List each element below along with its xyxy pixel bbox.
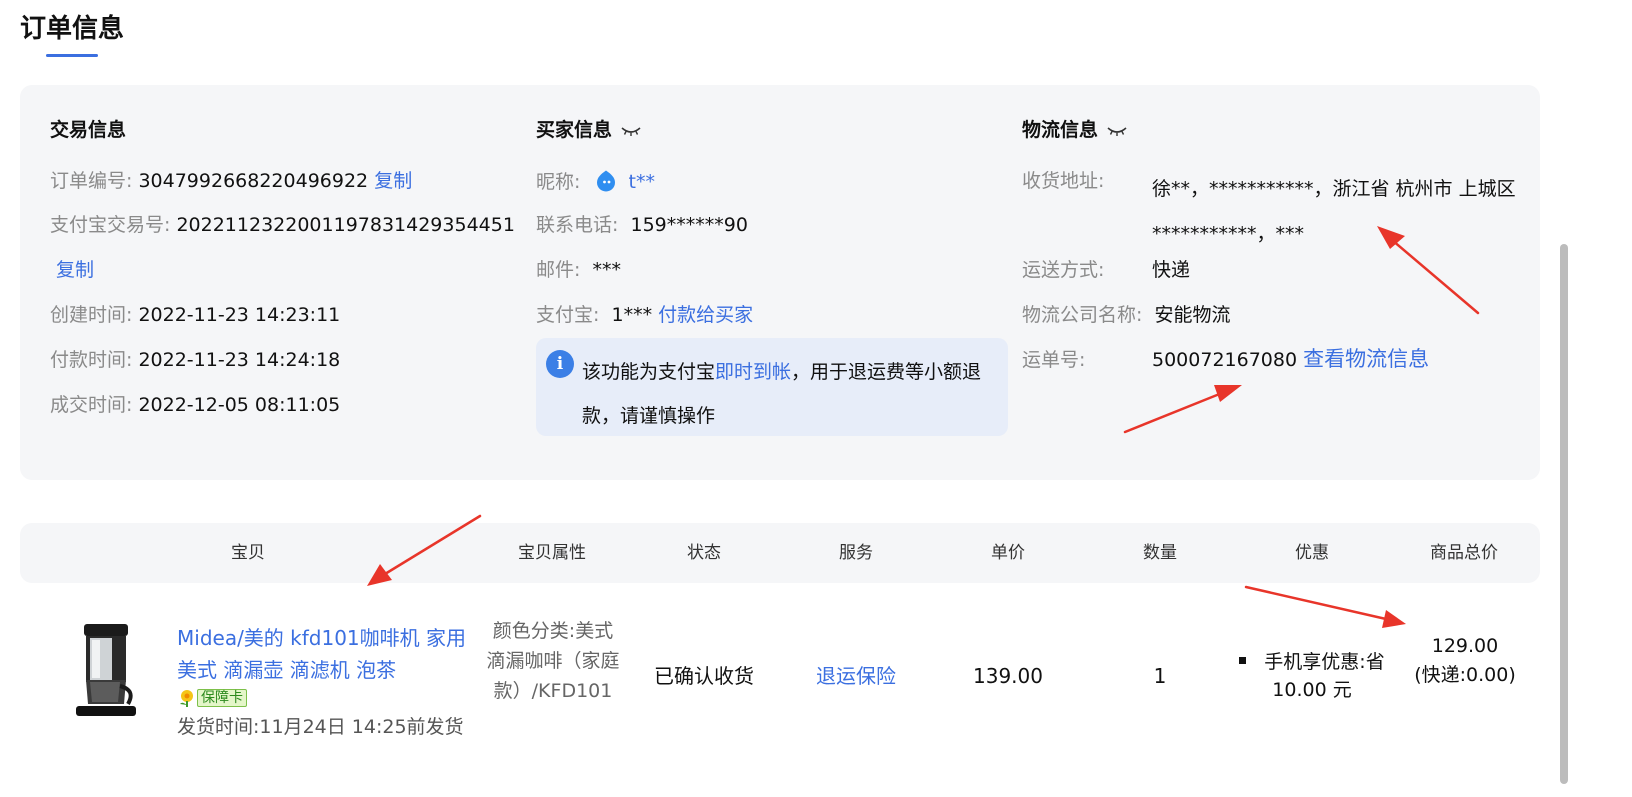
header-attributes: 宝贝属性 bbox=[518, 543, 586, 563]
eye-closed-icon[interactable] bbox=[620, 125, 642, 137]
header-discount: 优惠 bbox=[1295, 543, 1329, 563]
logistics-company-value: 安能物流 bbox=[1154, 304, 1231, 326]
alipay-trade-value: 2022112322001197831429354451 bbox=[176, 214, 515, 236]
shipping-method-row: 运送方式: bbox=[1022, 258, 1104, 282]
order-status: 已确认收货 bbox=[654, 664, 754, 688]
phone-row: 联系电话: 159******90 bbox=[536, 213, 748, 237]
copy-alipay-trade-button[interactable]: 复制 bbox=[56, 259, 94, 281]
shipping-method-value: 快递 bbox=[1152, 259, 1191, 281]
nickname-value[interactable]: t** bbox=[629, 171, 655, 193]
title-underline bbox=[46, 54, 98, 57]
trade-info-title: 交易信息 bbox=[50, 119, 127, 141]
created-time-value: 2022-11-23 14:23:11 bbox=[138, 304, 341, 326]
shipping-method-value-row: 快递 bbox=[1152, 258, 1190, 282]
discount-text: 手机享优惠:省 10.00 元 bbox=[1264, 651, 1385, 701]
email-label: 邮件: bbox=[536, 259, 581, 281]
table-row: Midea/美的 kfd101咖啡机 家用美式 滴漏壶 滴滤机 泡茶 保障卡 发… bbox=[0, 590, 1632, 797]
scrollbar-thumb[interactable] bbox=[1560, 244, 1568, 784]
order-number-row: 订单编号: 3047992668220496922 复制 bbox=[50, 169, 412, 193]
eye-closed-icon[interactable] bbox=[1106, 125, 1128, 137]
header-item: 宝贝 bbox=[231, 543, 265, 563]
address-value: 徐**，***********，浙江省 杭州市 上城区 ***********，… bbox=[1152, 178, 1516, 245]
notice-prefix: 该功能为支付宝 bbox=[582, 361, 716, 383]
alipay-row: 支付宝: 1*** 付款给买家 bbox=[536, 303, 753, 327]
order-number-label: 订单编号: bbox=[50, 170, 133, 192]
total-price: 129.00 (快递:0.00) bbox=[1410, 632, 1520, 690]
chat-bubble-icon[interactable] bbox=[594, 169, 618, 193]
copy-order-number-button[interactable]: 复制 bbox=[374, 170, 412, 192]
header-total: 商品总价 bbox=[1430, 543, 1498, 563]
flower-icon bbox=[180, 690, 193, 707]
phone-label: 联系电话: bbox=[536, 214, 619, 236]
created-time-label: 创建时间: bbox=[50, 304, 133, 326]
buyer-info-title-text: 买家信息 bbox=[536, 119, 613, 141]
info-icon: i bbox=[546, 350, 574, 378]
total-price-value: 129.00 bbox=[1431, 635, 1499, 657]
order-number-value: 3047992668220496922 bbox=[138, 170, 369, 192]
product-name-link[interactable]: Midea/美的 kfd101咖啡机 家用美式 滴漏壶 滴滤机 泡茶 bbox=[177, 622, 477, 686]
shipping-method-label: 运送方式: bbox=[1022, 259, 1105, 281]
header-quantity: 数量 bbox=[1143, 543, 1177, 563]
ship-time: 发货时间:11月24日 14:25前发货 bbox=[177, 716, 464, 738]
logistics-info-title: 物流信息 bbox=[1022, 115, 1128, 142]
coffee-maker-image[interactable] bbox=[70, 620, 142, 720]
nickname-label: 昵称: bbox=[536, 171, 581, 193]
paid-time-row: 付款时间: 2022-11-23 14:24:18 bbox=[50, 348, 340, 372]
guarantee-badge[interactable]: 保障卡 bbox=[177, 688, 247, 708]
header-unit-price: 单价 bbox=[991, 543, 1025, 563]
product-table-header: 宝贝 宝贝属性 状态 服务 单价 数量 优惠 商品总价 bbox=[20, 523, 1540, 583]
pay-buyer-link[interactable]: 付款给买家 bbox=[658, 304, 753, 326]
deal-time-label: 成交时间: bbox=[50, 394, 133, 416]
notice-text: 该功能为支付宝即时到帐，用于退运费等小额退款，请谨慎操作 bbox=[582, 350, 997, 438]
logistics-info-title-text: 物流信息 bbox=[1022, 119, 1099, 141]
guarantee-label: 保障卡 bbox=[197, 689, 247, 707]
alipay-trade-row: 支付宝交易号: 2022112322001197831429354451 bbox=[50, 213, 515, 237]
paid-time-value: 2022-11-23 14:24:18 bbox=[138, 349, 341, 371]
header-service: 服务 bbox=[839, 543, 873, 563]
total-shipping: (快递:0.00) bbox=[1414, 664, 1516, 686]
discount-item: 手机享优惠:省 10.00 元 bbox=[1232, 648, 1392, 704]
logistics-company-row: 物流公司名称: 安能物流 bbox=[1022, 303, 1231, 327]
header-status: 状态 bbox=[687, 543, 721, 563]
deal-time-value: 2022-12-05 08:11:05 bbox=[138, 394, 341, 416]
alipay-value: 1*** bbox=[611, 304, 653, 326]
logistics-company-label: 物流公司名称: bbox=[1022, 304, 1143, 326]
deal-time-row: 成交时间: 2022-12-05 08:11:05 bbox=[50, 393, 340, 417]
waybill-value-row: 500072167080 查看物流信息 bbox=[1152, 347, 1429, 372]
instant-transfer-link[interactable]: 即时到帐 bbox=[715, 361, 791, 383]
created-time-row: 创建时间: 2022-11-23 14:23:11 bbox=[50, 303, 340, 327]
nickname-row: 昵称: t** bbox=[536, 169, 655, 194]
phone-value: 159******90 bbox=[630, 214, 748, 236]
page-title: 订单信息 bbox=[20, 14, 125, 44]
quantity: 1 bbox=[1153, 664, 1167, 688]
email-row: 邮件: *** bbox=[536, 258, 621, 282]
alipay-label: 支付宝: bbox=[536, 304, 600, 326]
bullet-icon bbox=[1239, 657, 1247, 664]
view-logistics-link[interactable]: 查看物流信息 bbox=[1303, 347, 1429, 371]
address-label: 收货地址: bbox=[1022, 170, 1105, 192]
copy-alipay-trade-row: 复制 bbox=[56, 258, 94, 282]
waybill-label-row: 运单号: bbox=[1022, 348, 1085, 372]
unit-price: 139.00 bbox=[973, 664, 1043, 688]
return-insurance-link[interactable]: 退运保险 bbox=[794, 662, 918, 690]
alipay-trade-label: 支付宝交易号: bbox=[50, 214, 171, 236]
email-value: *** bbox=[592, 259, 622, 281]
waybill-label: 运单号: bbox=[1022, 349, 1086, 371]
address-label-row: 收货地址: bbox=[1022, 169, 1104, 193]
buyer-info-title: 买家信息 bbox=[536, 115, 642, 142]
paid-time-label: 付款时间: bbox=[50, 349, 133, 371]
product-attributes: 颜色分类:美式滴漏咖啡（家庭款）/KFD101 bbox=[486, 620, 620, 702]
waybill-value: 500072167080 bbox=[1152, 349, 1298, 371]
order-info-panel: 交易信息 订单编号: 3047992668220496922 复制 支付宝交易号… bbox=[20, 85, 1540, 480]
instant-transfer-notice: i 该功能为支付宝即时到帐，用于退运费等小额退款，请谨慎操作 bbox=[536, 338, 1008, 436]
